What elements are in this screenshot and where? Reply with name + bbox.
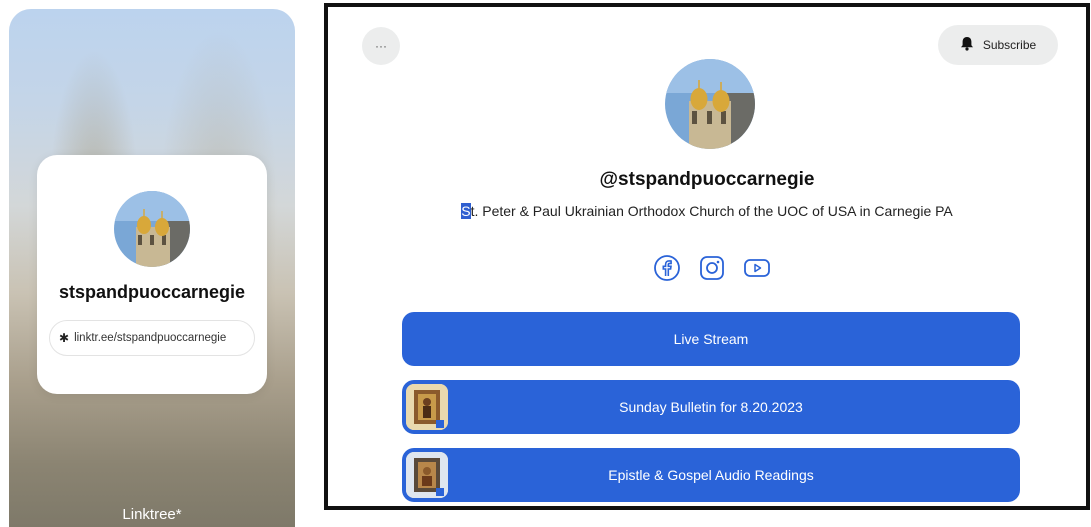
more-options-button[interactable]: ··· [362,27,400,65]
profile-handle: stspandpuoccarnegie [58,282,246,302]
mobile-preview: stspandpuoccarnegie ✱ linktr.ee/stspandp… [9,9,295,527]
linktree-footer-logo[interactable]: Linktree* [9,506,295,523]
text-cursor-highlight: S [461,203,471,219]
bell-icon [960,36,974,54]
profile-bio: St. Peter & Paul Ukrainian Orthodox Chur… [328,203,1086,219]
subscribe-button[interactable]: Subscribe [938,25,1058,65]
linktree-icon: ✱ [59,331,70,345]
subscribe-label: Subscribe [982,38,1037,52]
bio-text: t. Peter & Paul Ukrainian Orthodox Churc… [470,203,953,219]
avatar [114,191,190,267]
link-thumbnail [406,452,448,498]
link-button-live-stream[interactable]: Live Stream [402,312,1020,366]
profile-card: stspandpuoccarnegie ✱ linktr.ee/stspandp… [37,155,267,394]
social-links [652,253,772,283]
facebook-icon[interactable] [652,253,682,283]
youtube-icon[interactable] [742,253,772,283]
link-label: Epistle & Gospel Audio Readings [608,467,814,483]
link-label: Live Stream [673,331,749,347]
link-thumbnail [406,384,448,430]
link-button-sunday-bulletin[interactable]: Sunday Bulletin for 8.20.2023 [402,380,1020,434]
profile-url: linktr.ee/stspandpuoccarnegie [74,332,227,344]
link-button-epistle-gospel[interactable]: Epistle & Gospel Audio Readings [402,448,1020,502]
profile-url-pill[interactable]: ✱ linktr.ee/stspandpuoccarnegie [49,320,255,356]
profile-handle: @stspandpuoccarnegie [599,169,815,190]
link-label: Sunday Bulletin for 8.20.2023 [619,399,803,415]
desktop-preview: ··· Subscribe @stspandpuoccarnegie St. P… [324,3,1090,510]
avatar [665,59,755,149]
instagram-icon[interactable] [697,253,727,283]
